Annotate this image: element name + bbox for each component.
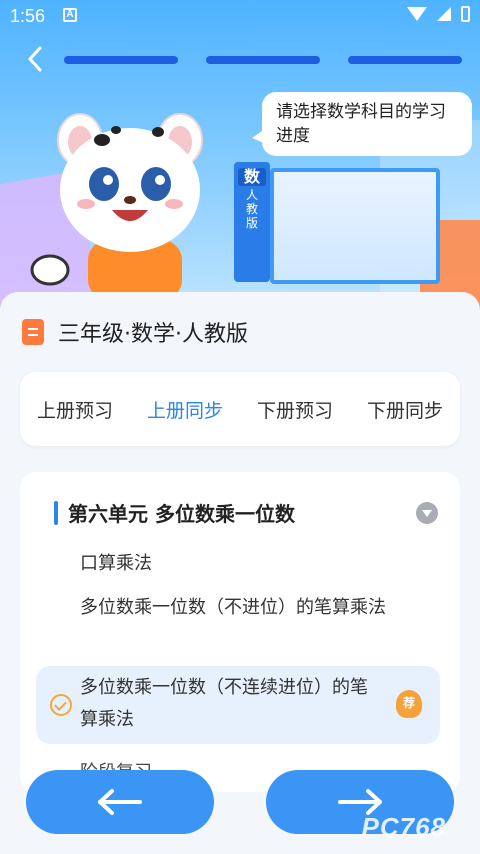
document-icon (22, 319, 44, 345)
speech-bubble: 请选择数学科目的学习进度 (252, 92, 472, 156)
tab-upper-preview[interactable]: 上册预习 (35, 390, 115, 429)
notification-a-icon: A (63, 8, 77, 22)
lesson-label: 多位数乘一位数（不连续进位）的笔算乘法 (80, 677, 368, 730)
status-bar: 1:56 A (0, 0, 480, 32)
tab-lower-preview[interactable]: 下册预习 (255, 390, 335, 429)
back-button[interactable] (22, 46, 48, 72)
unit-header[interactable]: 第六单元 多位数乘一位数 (54, 498, 295, 527)
lesson-item[interactable]: 口算乘法 (80, 548, 400, 580)
unit-accent-bar (54, 500, 58, 525)
arrow-left-icon (98, 789, 142, 815)
mascot-illustration (30, 113, 203, 300)
status-icons (407, 6, 470, 22)
step-indicator (206, 56, 320, 64)
tab-lower-sync[interactable]: 下册同步 (365, 390, 445, 429)
status-time: 1:56 (10, 6, 46, 26)
collapse-toggle-icon[interactable] (416, 502, 438, 524)
unit-title: 第六单元 多位数乘一位数 (68, 502, 295, 526)
check-circle-icon (50, 694, 72, 716)
signal-icon (437, 7, 451, 21)
lesson-item[interactable]: 多位数乘一位数（不进位）的笔算乘法 (80, 592, 400, 624)
wifi-icon (407, 7, 427, 21)
previous-button[interactable] (26, 770, 214, 834)
recommend-badge: 荐 (396, 690, 422, 718)
step-indicator (64, 56, 178, 64)
course-title-row: 三年级·数学·人教版 (22, 316, 248, 348)
book-spine-subject: 数 (238, 168, 266, 186)
chevron-left-icon (28, 46, 42, 72)
course-title: 三年级·数学·人教版 (58, 322, 248, 347)
book-spine-edition: 人 教 版 (245, 188, 258, 230)
unit-card: 第六单元 多位数乘一位数 口算乘法 多位数乘一位数（不进位）的笔算乘法 多位数乘… (20, 472, 460, 792)
battery-icon (461, 6, 470, 22)
step-progress (64, 56, 462, 64)
semester-tabs: 上册预习 上册同步 下册预习 下册同步 (20, 372, 460, 446)
textbook-illustration: 数 人 教 版 (234, 162, 444, 290)
lesson-item-selected[interactable]: 多位数乘一位数（不连续进位）的笔算乘法 荐 (36, 666, 440, 744)
book-page (270, 168, 440, 284)
tab-upper-sync[interactable]: 上册同步 (145, 390, 225, 429)
header-banner: 1:56 A 请选择数学科目的学习进度 数 人 教 版 (0, 0, 480, 310)
watermark: PC768 (361, 812, 446, 842)
book-spine: 数 人 教 版 (234, 162, 270, 282)
step-indicator (348, 56, 462, 64)
